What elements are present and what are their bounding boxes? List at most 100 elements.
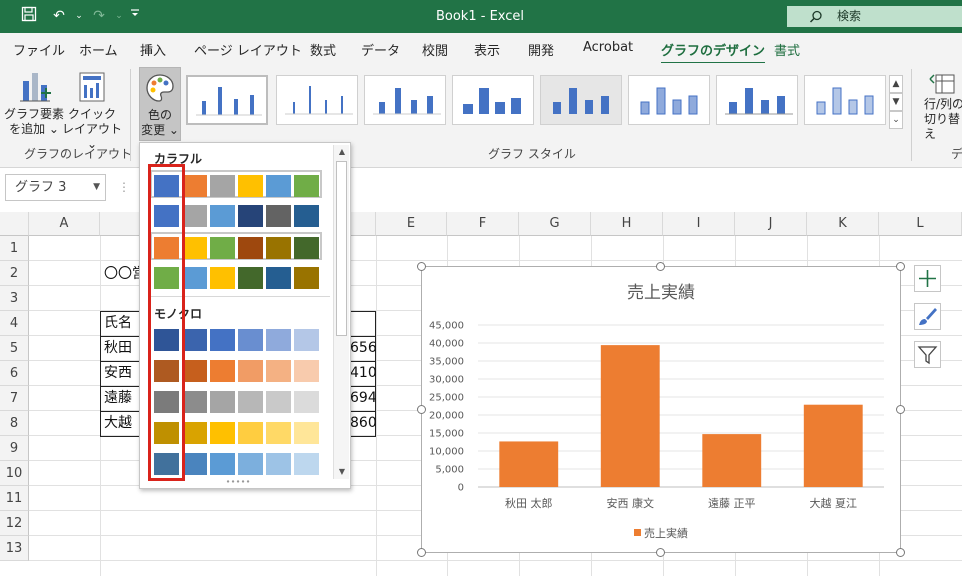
tab-formulas[interactable]: 数式 (310, 40, 336, 59)
chart-bar[interactable] (702, 434, 762, 487)
chart-style-8[interactable] (804, 75, 886, 125)
cell-b6[interactable]: 安西 (104, 361, 132, 386)
column-header[interactable]: H (591, 212, 663, 236)
bar-chart[interactable]: 売上実績 0 5,000 10,000 15,000 20,000 25,000 30,00… (422, 267, 900, 552)
row-header[interactable]: 4 (0, 311, 29, 336)
select-all-corner[interactable] (0, 212, 29, 236)
save-icon[interactable] (18, 6, 40, 26)
chart-bar[interactable] (803, 404, 863, 487)
tab-developer[interactable]: 開発 (528, 40, 554, 59)
row-header[interactable]: 13 (0, 536, 29, 561)
cell-d7[interactable]: 694 (350, 386, 377, 411)
tab-file[interactable]: ファイル (13, 40, 65, 59)
tab-format[interactable]: 書式 (774, 40, 800, 59)
filter-icon (917, 346, 938, 365)
chart-filters-button[interactable] (914, 341, 941, 368)
add-chart-element-button[interactable]: グラフ要素 を追加 ⌄ (4, 69, 64, 137)
resize-handle[interactable] (896, 262, 905, 271)
formula-bar-splitter[interactable]: ⋮ (118, 180, 130, 194)
redo-icon[interactable]: ↷ (88, 6, 110, 26)
resize-handle[interactable] (417, 262, 426, 271)
row-header[interactable]: 8 (0, 411, 29, 436)
customize-quick-access-icon[interactable] (124, 6, 146, 26)
scroll-up-icon[interactable]: ▲ (335, 145, 349, 159)
resize-handle[interactable] (896, 548, 905, 557)
chart-style-4[interactable] (452, 75, 534, 125)
chart-title[interactable]: 売上実績 (627, 283, 695, 302)
cell-b7[interactable]: 遠藤 (104, 386, 132, 411)
chart-style-7[interactable] (716, 75, 798, 125)
column-header[interactable]: A (29, 212, 100, 236)
dropdown-scrollbar[interactable]: ▲ ▼ (333, 145, 349, 479)
column-header[interactable]: F (447, 212, 519, 236)
tab-view[interactable]: 表示 (474, 40, 500, 59)
scroll-thumb[interactable] (336, 161, 347, 336)
resize-handle[interactable] (656, 262, 665, 271)
chart-bar[interactable] (600, 345, 660, 487)
chart-style-3[interactable] (364, 75, 446, 125)
x-tick-label: 大越 夏江 (810, 496, 858, 510)
chart-style-6[interactable] (628, 75, 710, 125)
name-box[interactable]: グラフ 3 ▼ (5, 174, 106, 201)
tab-chart-design[interactable]: グラフのデザイン (661, 40, 766, 65)
row-header[interactable]: 12 (0, 511, 29, 536)
x-tick-label: 遠藤 正平 (708, 497, 756, 510)
resize-handle[interactable] (417, 405, 426, 414)
switch-row-column-button[interactable]: 行/列の 切り替え (918, 69, 962, 142)
undo-icon[interactable]: ↶ (48, 6, 70, 26)
tab-home[interactable]: ホーム (79, 40, 118, 59)
column-header[interactable]: L (879, 212, 962, 236)
chart-legend[interactable]: 売上実績 (634, 526, 688, 540)
chart-styles-button[interactable] (914, 303, 941, 330)
cell-b4[interactable]: 氏名 (104, 311, 132, 336)
column-header[interactable]: E (376, 212, 447, 236)
row-header[interactable]: 11 (0, 486, 29, 511)
change-colors-button[interactable]: 色の 変更 ⌄ (139, 67, 181, 141)
search-box[interactable]: 検索 (787, 6, 962, 27)
scroll-down-icon[interactable]: ▼ (335, 465, 349, 479)
tab-page-layout[interactable]: ページ レイアウト (194, 40, 302, 59)
row-header[interactable]: 6 (0, 361, 29, 386)
tab-insert[interactable]: 挿入 (140, 40, 166, 59)
column-header[interactable]: K (807, 212, 879, 236)
resize-handle[interactable] (417, 548, 426, 557)
tab-data[interactable]: データ (361, 40, 400, 59)
cell-d8[interactable]: 860 (350, 411, 377, 436)
color-swatch (294, 205, 319, 227)
color-swatch (294, 175, 319, 197)
cell-d6[interactable]: 410 (350, 361, 377, 386)
quick-layout-button[interactable]: クイック レイアウト ⌄ (62, 69, 122, 152)
chart-area[interactable]: 売上実績 0 5,000 10,000 15,000 20,000 25,000 30,00… (421, 266, 901, 553)
resize-handle[interactable] (656, 548, 665, 557)
row-header[interactable]: 9 (0, 436, 29, 461)
row-header[interactable]: 2 (0, 261, 29, 286)
cell-d5[interactable]: 656 (350, 336, 377, 361)
chart-style-5[interactable] (540, 75, 622, 125)
tab-review[interactable]: 校閲 (422, 40, 448, 59)
cell-b8[interactable]: 大越 (104, 411, 132, 436)
column-header[interactable]: G (519, 212, 591, 236)
column-header[interactable]: J (735, 212, 807, 236)
undo-dropdown-icon[interactable]: ⌄ (68, 6, 90, 26)
styles-scroll-down-icon[interactable]: ▼ (889, 93, 903, 111)
row-header[interactable]: 3 (0, 286, 29, 311)
y-tick-label: 15,000 (429, 429, 464, 440)
group-label-chart-layout: グラフのレイアウト (24, 147, 133, 161)
resize-handle[interactable] (896, 405, 905, 414)
cell-b5[interactable]: 秋田 (104, 336, 132, 361)
row-header[interactable]: 1 (0, 236, 29, 261)
column-header[interactable]: I (663, 212, 735, 236)
chart-bar[interactable] (499, 441, 559, 487)
styles-scroll-up-icon[interactable]: ▲ (889, 75, 903, 93)
row-header[interactable]: 5 (0, 336, 29, 361)
row-header[interactable]: 10 (0, 461, 29, 486)
row-header[interactable]: 7 (0, 386, 29, 411)
chart-style-2[interactable] (276, 75, 358, 125)
styles-more-icon[interactable]: ⌄ (889, 111, 903, 129)
tab-acrobat[interactable]: Acrobat (583, 40, 633, 55)
color-swatch (238, 205, 263, 227)
chart-style-1[interactable] (186, 75, 268, 125)
chevron-down-icon[interactable]: ▼ (93, 175, 100, 200)
chart-elements-button[interactable] (914, 265, 941, 292)
y-tick-label: 40,000 (429, 339, 464, 350)
